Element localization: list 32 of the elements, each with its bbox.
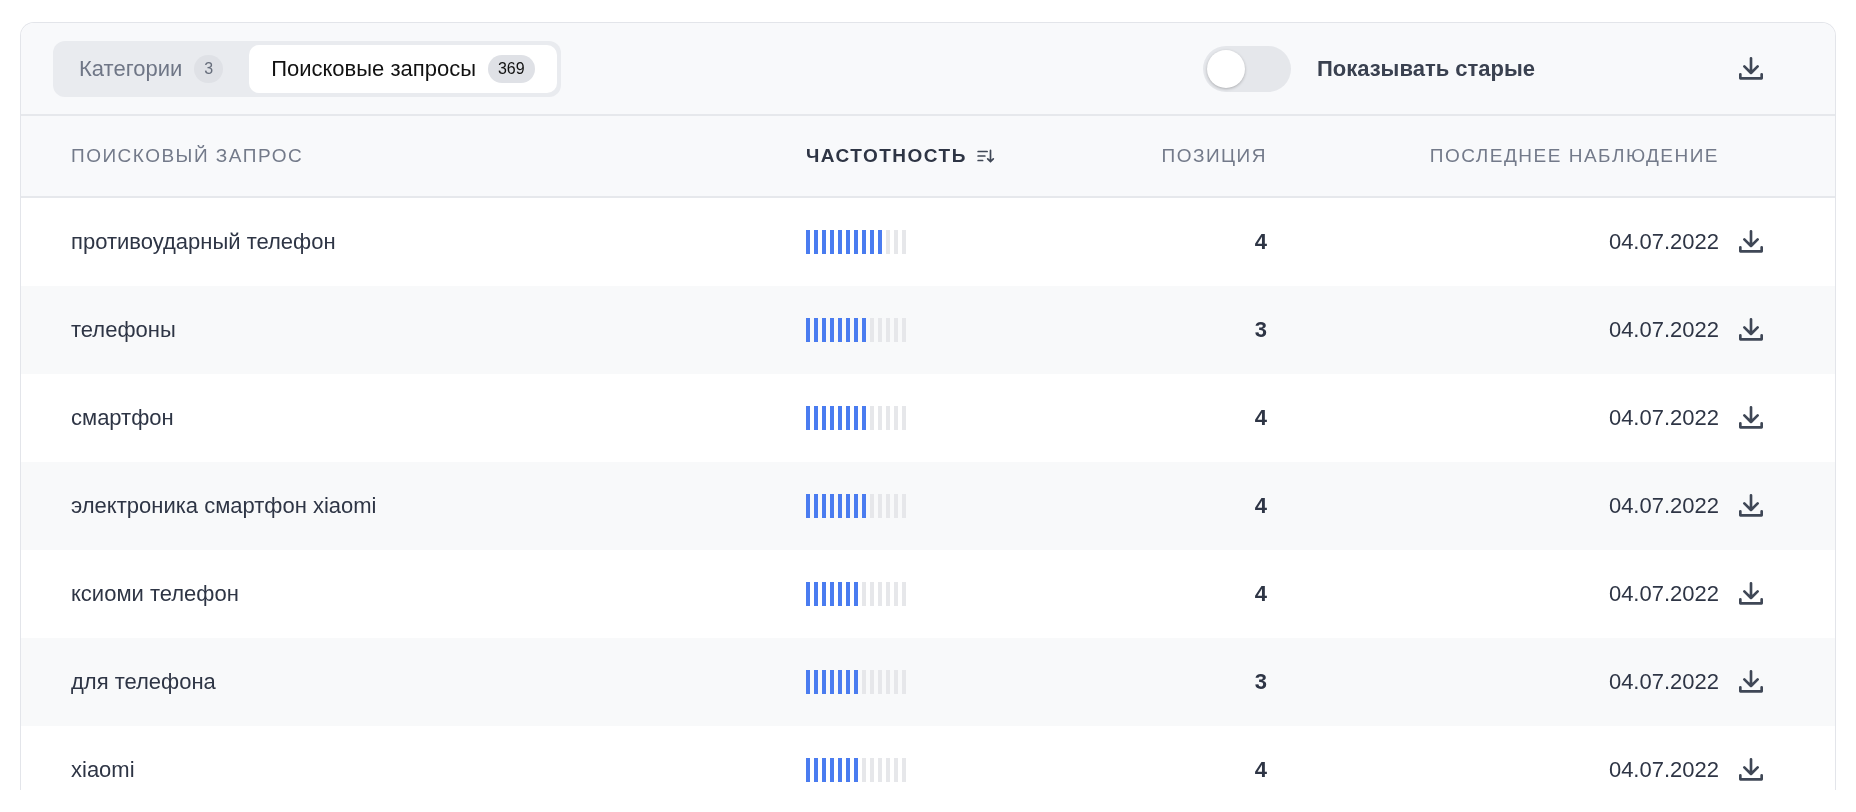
date-cell: 04.07.2022 [1608,581,1719,607]
tab[interactable]: Поисковые запросы 369 [249,44,557,93]
position-cell: 3 [1254,669,1267,695]
column-header[interactable]: ПОИСКОВЫЙ ЗАПРОС [71,145,304,167]
position-cell: 4 [1254,757,1267,783]
query-cell: смартфон [71,405,174,430]
column-header[interactable]: ПОЗИЦИЯ [1161,145,1267,167]
query-cell: телефоны [71,317,176,342]
sort-icon[interactable] [976,147,995,165]
date-cell: 04.07.2022 [1608,317,1719,343]
query-cell: ксиоми телефон [71,581,239,606]
position-cell: 4 [1254,229,1267,255]
column-header[interactable]: ЧАСТОТНОСТЬ [806,145,967,167]
date-cell: 04.07.2022 [1608,757,1719,783]
toggle-label: Показывать старые [1316,55,1535,82]
query-cell: электроника смартфон xiaomi [71,493,377,518]
column-header[interactable]: ПОСЛЕДНЕЕ НАБЛЮДЕНИЕ [1429,145,1719,167]
position-cell: 3 [1254,317,1267,343]
position-cell: 4 [1254,405,1267,431]
query-cell: противоударный телефон [71,229,336,254]
position-cell: 4 [1254,581,1267,607]
date-cell: 04.07.2022 [1608,229,1719,255]
count-badge: 3 [194,54,224,83]
position-cell: 4 [1254,493,1267,519]
query-cell: xiaomi [71,757,135,782]
date-cell: 04.07.2022 [1608,669,1719,695]
count-badge: 369 [487,54,535,83]
date-cell: 04.07.2022 [1608,493,1719,519]
query-cell: для телефона [71,669,216,694]
toggle-switch[interactable] [1202,45,1291,92]
date-cell: 04.07.2022 [1608,405,1719,431]
tab[interactable]: Категории 3 [57,44,246,93]
